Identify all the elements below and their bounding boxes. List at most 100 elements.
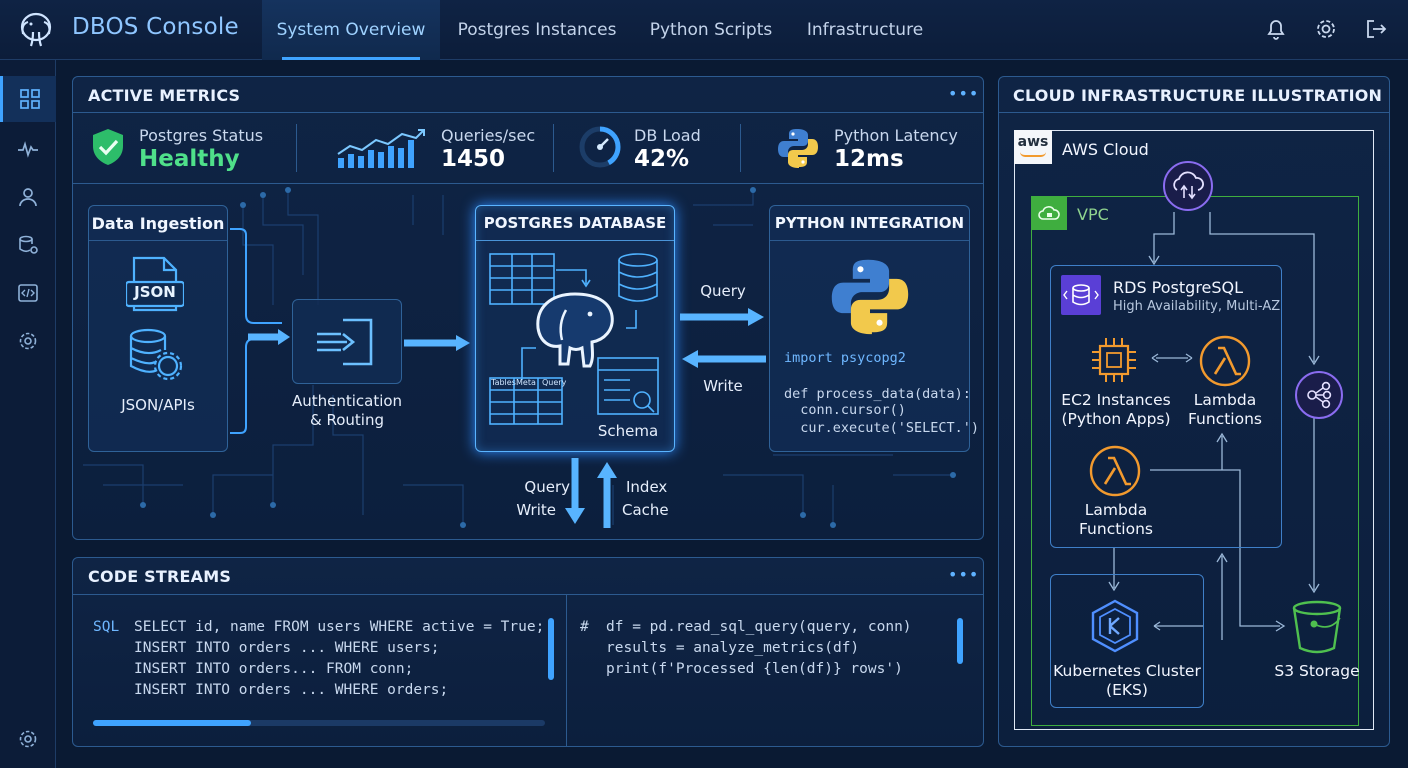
tab-infrastructure[interactable]: Infrastructure (794, 0, 936, 60)
metric-value-python-latency: 12ms (834, 146, 904, 172)
sidebar-item-settings[interactable] (0, 318, 56, 364)
python-code-text: conn.cursor() (784, 402, 906, 418)
python-logo-icon (776, 126, 820, 174)
divider (770, 240, 969, 241)
shield-check-icon (90, 127, 126, 171)
json-badge: JSON (134, 283, 176, 301)
mini-header-query: Query (542, 378, 567, 387)
data-ingestion-title: Data Ingestion (91, 214, 225, 233)
login-routing-icon (315, 316, 379, 372)
auth-caption-line1: Authentication (291, 392, 403, 410)
divider (566, 595, 567, 746)
kubernetes-icon (1088, 598, 1142, 658)
gauge-icon (578, 125, 622, 173)
divider (296, 124, 297, 172)
divider (999, 112, 1389, 113)
pulse-icon (18, 141, 38, 158)
logout-icon[interactable] (1363, 16, 1389, 42)
lambda2-label-line1: Lambda (1084, 501, 1148, 519)
bell-icon[interactable] (1263, 16, 1289, 42)
python-prefix: # (580, 619, 589, 635)
sql-line: INSERT INTO orders... FROM conn; (134, 661, 414, 677)
python-code-text: import psycopg2 (784, 350, 906, 366)
ec2-label-line1: EC2 Instances (1061, 391, 1171, 409)
json-apis-caption: JSON/APIs (121, 396, 195, 414)
lambda2-label-line2: Functions (1078, 520, 1153, 538)
sql-progress-track (93, 720, 545, 726)
sql-line: INSERT INTO orders ... WHERE users; (134, 640, 440, 656)
s3-bucket-icon (1290, 598, 1344, 660)
code-icon (18, 284, 38, 302)
python-stream-line: df = pd.read_sql_query(query, conn) (606, 619, 912, 635)
divider (73, 183, 983, 184)
divider (73, 594, 983, 595)
grid-icon (19, 89, 40, 109)
metric-label-python-latency: Python Latency (834, 126, 958, 145)
sidebar-item-code[interactable] (0, 270, 56, 316)
lambda-label-line2: Functions (1187, 410, 1262, 428)
postgres-database-title: POSTGRES DATABASE (483, 214, 667, 232)
postgres-to-python-arrow (680, 308, 764, 326)
sidebar-item-users[interactable] (0, 174, 56, 220)
cloud-infrastructure-title: CLOUD INFRASTRUCTURE ILLUSTRATION (1013, 86, 1383, 105)
python-scrollbar[interactable] (957, 618, 963, 664)
sidebar-item-preferences[interactable] (0, 716, 56, 762)
rds-title: RDS PostgreSQL (1113, 278, 1244, 297)
elephant-logo-icon (16, 10, 56, 50)
sql-line: INSERT INTO orders ... WHERE orders; (134, 682, 449, 698)
sidebar-item-activity[interactable] (0, 126, 56, 172)
network-share-icon (1294, 370, 1344, 424)
active-metrics-menu-icon[interactable]: ••• (948, 84, 979, 103)
app-title: DBOS Console (72, 14, 239, 40)
tab-system-overview[interactable]: System Overview (262, 0, 440, 60)
metric-label-queries-sec: Queries/sec (441, 126, 536, 145)
down-arrow (565, 458, 585, 524)
python-stream-line: results = analyze_metrics(df) (606, 640, 860, 656)
code-streams-menu-icon[interactable]: ••• (948, 565, 979, 584)
database-gear-icon (19, 235, 38, 254)
sql-progress-fill (93, 720, 252, 726)
metric-label-db-load: DB Load (634, 126, 701, 145)
gear-icon (19, 332, 37, 350)
rds-subtitle: High Availability, Multi-AZ (1113, 299, 1281, 314)
divider (740, 124, 741, 172)
s3-storage-label: S3 Storage (1274, 662, 1360, 680)
kubernetes-label-line1: Kubernetes Cluster (1053, 662, 1201, 680)
metric-value-db-load: 42% (634, 146, 690, 172)
up-arrow-label-1: Index (626, 478, 668, 496)
auth-to-postgres-arrow (404, 335, 470, 351)
arrow-label-query: Query (700, 282, 746, 300)
gear-icon[interactable] (1313, 16, 1339, 42)
python-code-line-4: conn.cursor() (784, 402, 906, 418)
python-code-text: cur.execute('SELECT.') (784, 420, 980, 436)
tab-python-scripts[interactable]: Python Scripts (636, 0, 786, 60)
mini-header-tables: Tables (491, 378, 516, 387)
up-arrow-label-2: Cache (622, 501, 669, 519)
sidebar-item-databases[interactable] (0, 222, 56, 268)
auth-caption-line2: & Routing (310, 411, 384, 429)
cloud-gateway-icon (1162, 160, 1214, 216)
up-arrow (597, 462, 617, 528)
divider (553, 124, 554, 172)
sidebar-item-dashboard[interactable] (0, 76, 56, 122)
ec2-label-line2: (Python Apps) (1061, 410, 1171, 428)
python-to-postgres-arrow (682, 350, 766, 368)
sql-scrollbar[interactable] (548, 618, 554, 680)
bar-chart-trend-icon (336, 126, 428, 174)
kubernetes-label-line2: (EKS) (1106, 681, 1148, 699)
divider (73, 112, 983, 113)
database-gear-icon (128, 328, 186, 388)
tab-postgres-instances[interactable]: Postgres Instances (446, 0, 628, 60)
python-code-line-5: cur.execute('SELECT.') (784, 420, 979, 436)
divider (476, 240, 674, 241)
python-stream-line: print(f'Processed {len(df)} rows') (606, 661, 903, 677)
code-streams-title: CODE STREAMS (88, 567, 232, 586)
rds-database-icon (1061, 275, 1101, 315)
metric-value-postgres-status: Healthy (139, 146, 240, 172)
python-integration-title: PYTHON INTEGRATION (774, 214, 965, 232)
python-code-line-1: import psycopg2 (784, 350, 906, 366)
user-icon (19, 188, 37, 207)
gear-icon (19, 730, 37, 748)
postgres-elephant-icon (530, 290, 620, 374)
ec2-chip-icon (1088, 334, 1140, 390)
